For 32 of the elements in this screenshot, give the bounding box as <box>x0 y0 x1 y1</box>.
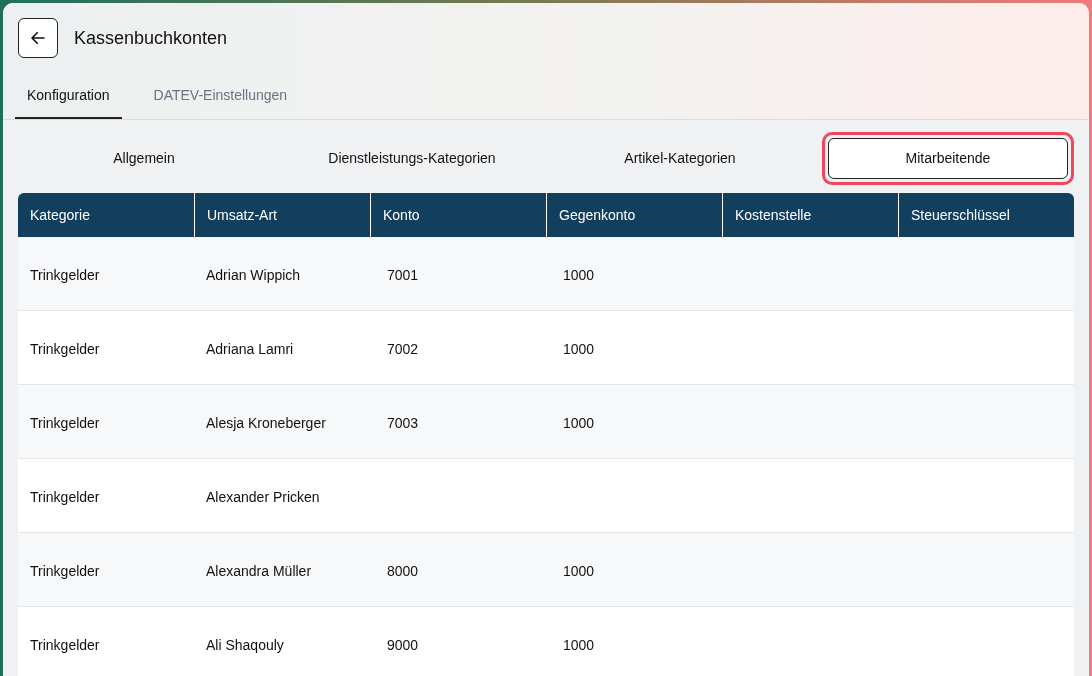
table-cell: Trinkgelder <box>30 637 100 653</box>
table-cell: Trinkgelder <box>30 563 100 579</box>
table-cell: Alexander Pricken <box>206 489 320 505</box>
table-cell: 1000 <box>563 267 595 283</box>
tab[interactable]: DATEV-Einstellungen <box>141 73 300 119</box>
table-cell: Trinkgelder <box>30 267 100 283</box>
table-cell: 8000 <box>387 563 419 579</box>
table-cell: 1000 <box>563 563 595 579</box>
tab[interactable]: Konfiguration <box>15 73 122 119</box>
table-cell: 9000 <box>387 637 419 653</box>
table-cell: Ali Shaqouly <box>206 637 284 653</box>
table-cell: 1000 <box>563 415 595 431</box>
table-cell: 1000 <box>563 341 595 357</box>
table-cell: Adriana Lamri <box>206 341 294 357</box>
column-header: Kategorie <box>29 205 91 225</box>
segment-tab[interactable]: Dienstleistungs-Kategorien <box>286 132 538 185</box>
table-cell: Trinkgelder <box>30 489 100 505</box>
segment-tab[interactable]: Artikel-Kategorien <box>554 132 806 185</box>
table-cell: Alexandra Müller <box>206 563 312 579</box>
back-arrow-icon <box>29 29 47 47</box>
table-cell: 7002 <box>387 341 419 357</box>
table-cell: Trinkgelder <box>30 341 100 357</box>
back-button[interactable] <box>18 18 58 58</box>
segment-tab[interactable]: Mitarbeitende <box>822 132 1074 185</box>
segment-tab[interactable]: Allgemein <box>18 132 270 185</box>
table-cell: 7003 <box>387 415 419 431</box>
table-cell: Trinkgelder <box>30 415 100 431</box>
table-cell: Alesja Kroneberger <box>206 415 326 431</box>
table-cell: 1000 <box>563 637 595 653</box>
table-cell: Adrian Wippich <box>206 267 301 283</box>
table-cell: 7001 <box>387 267 419 283</box>
page-title: Kassenbuchkonten <box>74 26 228 50</box>
